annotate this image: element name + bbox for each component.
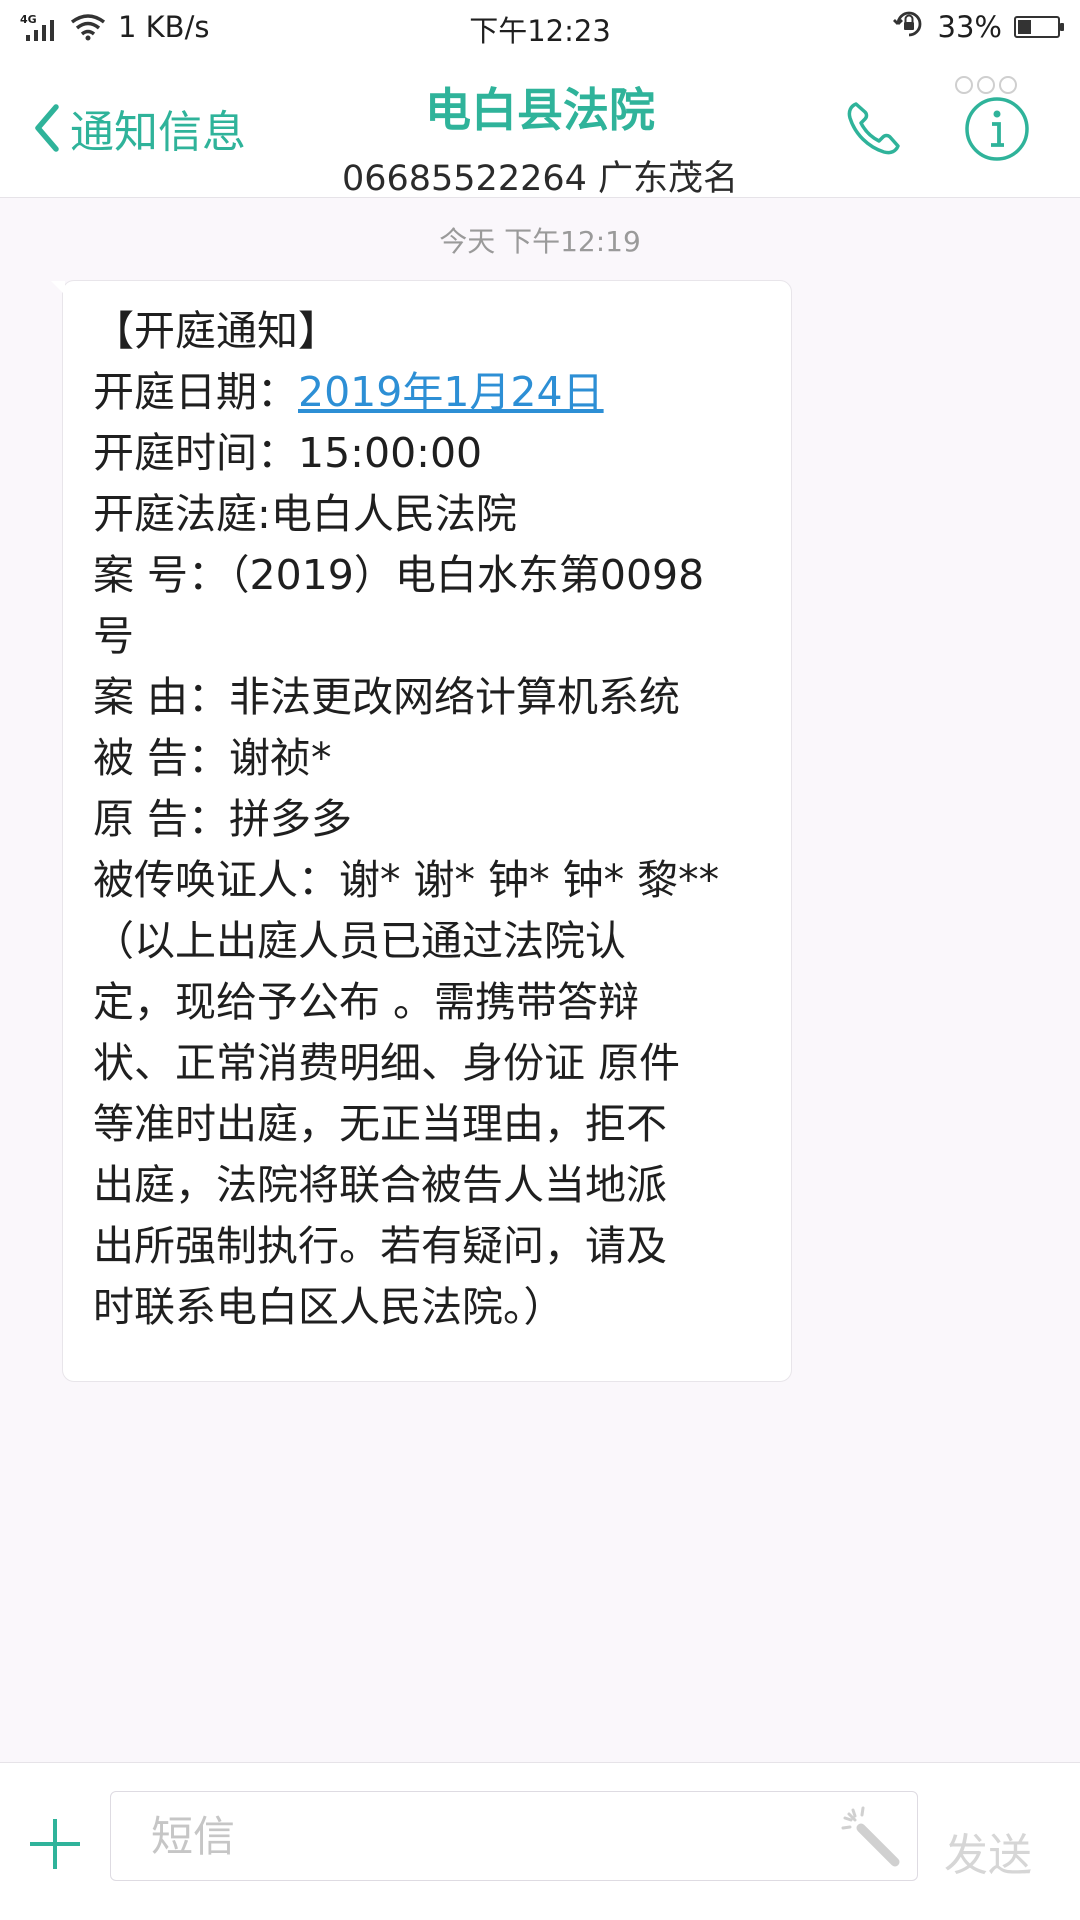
- contact-info: 电白县法院 06685522264 广东茂名: [0, 74, 1080, 201]
- date-label: 开庭日期：: [93, 368, 298, 416]
- message-line: 案 由：非法更改网络计算机系统: [93, 673, 681, 721]
- message-body: 开庭时间：15:00:00 开庭法庭:电白人民法院 案 号：（2019）电白水东…: [93, 423, 765, 1338]
- add-attachment-button[interactable]: [26, 1815, 84, 1873]
- message-line: 被传唤证人：谢* 谢* 钟* 钟* 黎**: [93, 856, 720, 904]
- battery-level-fill: [1018, 20, 1031, 34]
- message-line: 状、正常消费明细、身份证 原件: [93, 1039, 681, 1087]
- message-line: 开庭时间：15:00:00: [93, 429, 483, 477]
- message-line: 【开庭通知】: [93, 307, 339, 355]
- call-button[interactable]: [842, 96, 906, 160]
- message-line: 出所强制执行。若有疑问，请及: [93, 1222, 667, 1270]
- message-line: 被 告：谢祯*: [93, 734, 332, 782]
- message-bubble[interactable]: 【开庭通知】 开庭日期：2019年1月24日 开庭时间：15:00:00 开庭法…: [51, 280, 792, 1382]
- info-button[interactable]: [962, 94, 1032, 164]
- message-line: 号: [93, 612, 134, 660]
- wifi-icon: [70, 13, 106, 41]
- message-input[interactable]: [149, 1792, 813, 1880]
- date-link[interactable]: 2019年1月24日: [298, 368, 604, 416]
- message-line: 案 号：（2019）电白水东第0098: [93, 551, 705, 599]
- message-timestamp: 今天 下午12:19: [439, 225, 641, 258]
- more-dots-icon: [955, 76, 1017, 94]
- message-input-box[interactable]: [110, 1791, 918, 1881]
- wand-icon[interactable]: [839, 1804, 903, 1868]
- message-line: （以上出庭人员已通过法院认: [93, 917, 626, 965]
- composer-bar: 发送: [0, 1762, 1080, 1920]
- status-right: 33%: [892, 7, 1064, 48]
- conversation-header: 通知信息 电白县法院 06685522264 广东茂名: [0, 54, 1080, 201]
- rotation-lock-icon: [892, 7, 926, 48]
- status-left: 4G 1 KB/s: [20, 10, 209, 44]
- network-speed: 1 KB/s: [118, 10, 210, 44]
- message-line: 出庭，法院将联合被告人当地派: [93, 1161, 667, 1209]
- send-button[interactable]: 发送: [944, 1819, 1032, 1883]
- message-line-date: 开庭日期：2019年1月24日: [93, 362, 765, 423]
- status-bar: 4G 1 KB/s 下午12:23 33%: [0, 0, 1080, 54]
- contact-number-location: 06685522264 广东茂名: [341, 159, 739, 199]
- battery-icon: [1014, 16, 1064, 38]
- phone-icon: [847, 102, 900, 155]
- info-icon: [965, 97, 1029, 161]
- plus-icon: [30, 1819, 80, 1869]
- contact-name: 电白县法院: [425, 83, 655, 137]
- message-line: 时联系电白区人民法院。）: [93, 1283, 565, 1331]
- message-line: 定，现给予公布 。需携带答辩: [93, 978, 640, 1026]
- cellular-signal-icon: 4G: [20, 13, 58, 41]
- message-line: 原 告：拼多多: [93, 795, 353, 843]
- message-line: 等准时出庭，无正当理由，拒不: [93, 1100, 667, 1148]
- message-line: 开庭法庭:电白人民法院: [93, 490, 517, 538]
- status-time: 下午12:23: [469, 14, 611, 48]
- battery-percent: 33%: [937, 10, 1002, 44]
